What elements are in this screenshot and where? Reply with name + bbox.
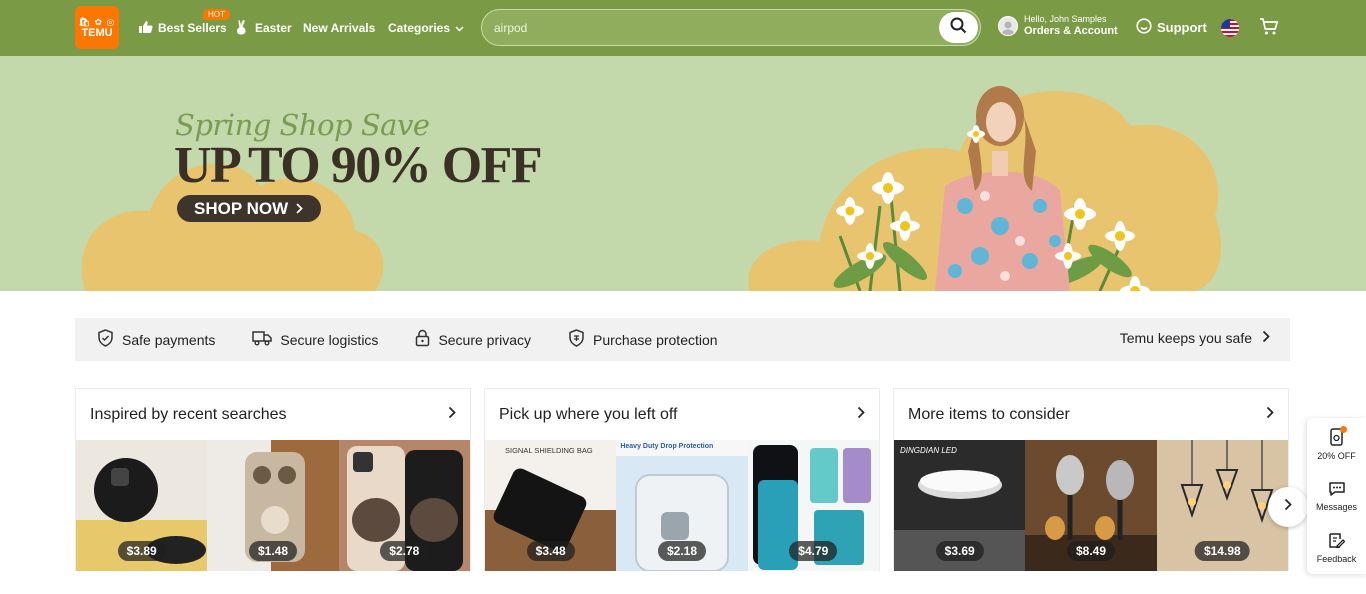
nav-label: Best Sellers bbox=[158, 21, 227, 35]
side-label: Messages bbox=[1315, 501, 1358, 512]
support-link[interactable]: Support bbox=[1136, 18, 1207, 37]
card-title: Inspired by recent searches bbox=[90, 405, 287, 423]
price-tag: $3.89 bbox=[117, 541, 166, 561]
trust-label: Safe payments bbox=[122, 331, 216, 348]
logo-text: TEMU bbox=[81, 26, 113, 39]
chevron-right-icon bbox=[1284, 498, 1292, 516]
trust-secure-logistics: Secure logistics bbox=[252, 330, 378, 349]
trust-label: Secure privacy bbox=[438, 331, 532, 348]
trust-label: Secure logistics bbox=[280, 331, 379, 348]
trust-link-label: Temu keeps you safe bbox=[1119, 330, 1252, 346]
product-tile[interactable]: DINGDIAN LED $3.69 bbox=[894, 440, 1026, 571]
account-greeting: Hello, John Samples bbox=[1024, 14, 1107, 24]
shield-check-icon bbox=[97, 329, 114, 350]
banner-headline: UP TO 90% OFF bbox=[174, 137, 543, 194]
side-label: Feedback bbox=[1316, 554, 1357, 564]
card-header[interactable]: More items to consider bbox=[894, 389, 1288, 440]
card-left-off: Pick up where you left off SIGNAL SHIELD… bbox=[484, 388, 880, 571]
side-discount[interactable]: 20% OFF bbox=[1307, 418, 1366, 470]
price-tag: $2.18 bbox=[657, 541, 706, 561]
product-tile[interactable]: $4.79 bbox=[747, 440, 879, 571]
price-tag: $8.49 bbox=[1066, 541, 1115, 561]
card-title: Pick up where you left off bbox=[499, 405, 678, 423]
bunny-icon bbox=[235, 19, 250, 38]
avatar bbox=[998, 16, 1018, 36]
logo-glyphs: 🛍 ✿ ◎ bbox=[78, 16, 116, 27]
hot-badge: HOT bbox=[203, 9, 230, 20]
product-tile[interactable]: $1.48 bbox=[207, 440, 339, 571]
nav-best-sellers[interactable]: Best Sellers bbox=[138, 18, 227, 38]
trust-safe-payments: Safe payments bbox=[97, 329, 215, 350]
shop-now-button[interactable]: SHOP NOW bbox=[177, 195, 321, 222]
promo-banner[interactable]: Spring Shop Save UP TO 90% OFF SHOP NOW bbox=[0, 56, 1366, 291]
price-tag: $2.78 bbox=[380, 541, 429, 561]
side-feedback[interactable]: Feedback bbox=[1307, 522, 1366, 574]
search-icon bbox=[950, 17, 967, 39]
us-flag-icon[interactable] bbox=[1221, 19, 1239, 37]
feedback-icon bbox=[1328, 532, 1346, 551]
nav-label: New Arrivals bbox=[303, 21, 376, 35]
thumbs-up-icon bbox=[138, 20, 153, 37]
side-widget: 20% OFF Messages Feedback bbox=[1307, 418, 1366, 574]
trust-purchase-protection: Purchase protection bbox=[568, 329, 718, 350]
side-messages[interactable]: Messages bbox=[1307, 470, 1366, 522]
side-label: 20% OFF bbox=[1317, 450, 1356, 461]
product-tile[interactable]: Heavy Duty Drop Protection $2.18 bbox=[616, 440, 748, 571]
chevron-right-icon bbox=[857, 406, 865, 424]
price-tag: $14.98 bbox=[1194, 541, 1250, 561]
support-chat-icon bbox=[1136, 18, 1152, 37]
chevron-right-icon bbox=[296, 199, 303, 219]
badge-shield-icon bbox=[568, 329, 585, 350]
product-caption: Heavy Duty Drop Protection bbox=[620, 443, 714, 450]
card-recent-searches: Inspired by recent searches $3.89 $1.48 … bbox=[75, 388, 471, 571]
carousel-next-button[interactable] bbox=[1268, 487, 1308, 527]
chevron-right-icon bbox=[1262, 330, 1270, 346]
product-caption: DINGDIAN LED bbox=[900, 446, 957, 455]
cart-icon[interactable] bbox=[1259, 17, 1279, 41]
search-bar bbox=[481, 9, 981, 46]
trust-secure-privacy: Secure privacy bbox=[415, 329, 531, 350]
chevron-right-icon bbox=[448, 406, 456, 424]
card-header[interactable]: Pick up where you left off bbox=[485, 389, 879, 440]
trust-bar: Safe payments Secure logistics Secure pr… bbox=[75, 318, 1290, 361]
nav-label: Categories bbox=[388, 21, 451, 35]
chevron-right-icon bbox=[1266, 406, 1274, 424]
price-tag: $3.48 bbox=[526, 541, 575, 561]
price-tag: $3.69 bbox=[935, 541, 984, 561]
temu-logo[interactable]: 🛍 ✿ ◎ TEMU bbox=[75, 6, 119, 49]
price-tag: $1.48 bbox=[248, 541, 297, 561]
top-navbar: 🛍 ✿ ◎ TEMU Best Sellers HOT Easter New A… bbox=[0, 0, 1366, 56]
product-tile[interactable]: $8.49 bbox=[1025, 440, 1157, 571]
truck-icon bbox=[252, 330, 273, 349]
product-tile[interactable]: SIGNAL SHIELDING BAG $3.48 bbox=[485, 440, 617, 571]
orders-account-link: Orders & Account bbox=[1024, 25, 1118, 37]
search-button[interactable] bbox=[939, 12, 978, 43]
nav-new-arrivals[interactable]: New Arrivals bbox=[303, 18, 375, 38]
nav-categories[interactable]: Categories bbox=[388, 18, 464, 38]
product-tile[interactable]: $2.78 bbox=[338, 440, 470, 571]
price-tag: $4.79 bbox=[789, 541, 838, 561]
search-input[interactable] bbox=[494, 18, 934, 38]
chat-icon bbox=[1328, 481, 1346, 499]
lock-icon bbox=[415, 329, 430, 350]
temu-keeps-you-safe-link[interactable]: Temu keeps you safe bbox=[1120, 330, 1270, 346]
nav-easter[interactable]: Easter bbox=[235, 18, 292, 38]
card-more-items: More items to consider DINGDIAN LED $3.6… bbox=[893, 388, 1289, 571]
product-tile[interactable]: $3.89 bbox=[76, 440, 208, 571]
trust-label: Purchase protection bbox=[593, 331, 718, 348]
notification-dot bbox=[1340, 426, 1347, 433]
chevron-down-icon bbox=[455, 21, 464, 35]
shop-now-label: SHOP NOW bbox=[194, 198, 289, 218]
account-menu[interactable]: Hello, John Samples Orders & Account bbox=[998, 14, 1118, 38]
card-header[interactable]: Inspired by recent searches bbox=[76, 389, 470, 440]
nav-label: Easter bbox=[255, 21, 292, 35]
card-title: More items to consider bbox=[908, 405, 1070, 423]
support-label: Support bbox=[1157, 20, 1207, 35]
product-caption: SIGNAL SHIELDING BAG bbox=[505, 446, 593, 455]
